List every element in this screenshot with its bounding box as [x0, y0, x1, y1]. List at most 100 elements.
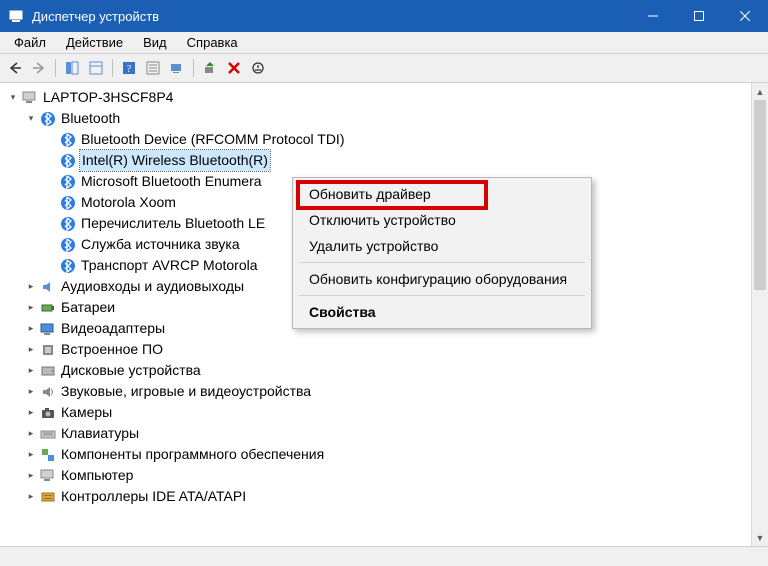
- tree-row-label: Компьютер: [60, 465, 134, 486]
- tree-row-label: Клавиатуры: [60, 423, 140, 444]
- update-driver-button[interactable]: [199, 57, 221, 79]
- computer-icon: [40, 468, 56, 484]
- tree-row-label: Intel(R) Wireless Bluetooth(R): [80, 150, 270, 171]
- tree-row-label: Дисковые устройства: [60, 360, 202, 381]
- app-icon: [8, 8, 24, 24]
- tree-row-label: Встроенное ПО: [60, 339, 164, 360]
- tree-row-label: LAPTOP-3HSCF8P4: [42, 87, 174, 108]
- tree-row-label: Звуковые, игровые и видеоустройства: [60, 381, 312, 402]
- forward-button[interactable]: [28, 57, 50, 79]
- properties-button[interactable]: [142, 57, 164, 79]
- display-adapter-icon: [40, 321, 56, 337]
- toolbar: ?: [0, 54, 768, 83]
- context-menu: Обновить драйвер Отключить устройство Уд…: [292, 177, 592, 329]
- window-controls: [630, 0, 768, 32]
- bluetooth-icon: [40, 111, 56, 127]
- show-hide-tree-button[interactable]: [61, 57, 83, 79]
- bluetooth-icon: [60, 195, 76, 211]
- titlebar: Диспетчер устройств: [0, 0, 768, 32]
- bluetooth-icon: [60, 216, 76, 232]
- bluetooth-icon: [60, 258, 76, 274]
- tree-row-label: Bluetooth Device (RFCOMM Protocol TDI): [80, 129, 345, 150]
- tree-category[interactable]: ▸ Клавиатуры: [4, 423, 768, 444]
- tree-row-label: Батареи: [60, 297, 116, 318]
- uninstall-button[interactable]: [223, 57, 245, 79]
- expand-icon[interactable]: ▸: [24, 469, 38, 483]
- expand-icon[interactable]: ▸: [24, 448, 38, 462]
- ide-controller-icon: [40, 489, 56, 505]
- tree-row-label: Microsoft Bluetooth Enumera: [80, 171, 263, 192]
- tree-row-label: Камеры: [60, 402, 113, 423]
- menu-file[interactable]: Файл: [4, 33, 56, 52]
- tree-row-label: Аудиовходы и аудиовыходы: [60, 276, 245, 297]
- tree-category[interactable]: ▸ Звуковые, игровые и видеоустройства: [4, 381, 768, 402]
- toolbar-separator: [112, 59, 113, 77]
- expand-icon[interactable]: ▸: [24, 322, 38, 336]
- menu-uninstall-device[interactable]: Удалить устройство: [295, 233, 589, 259]
- scan-hardware-button[interactable]: [166, 57, 188, 79]
- scroll-track[interactable]: [752, 100, 768, 529]
- scroll-up-button[interactable]: ▲: [752, 83, 768, 100]
- tree-row-label: Видеоадаптеры: [60, 318, 166, 339]
- tree-category[interactable]: ▸ Компоненты программного обеспечения: [4, 444, 768, 465]
- tree-category-bluetooth[interactable]: ▾ Bluetooth: [4, 108, 768, 129]
- toolbar-separator: [193, 59, 194, 77]
- expand-icon[interactable]: ▾: [6, 91, 20, 105]
- menu-update-driver[interactable]: Обновить драйвер: [295, 181, 589, 207]
- disable-button[interactable]: [247, 57, 269, 79]
- tree-row-label: Транспорт AVRCP Motorola: [80, 255, 259, 276]
- expand-icon[interactable]: ▸: [24, 343, 38, 357]
- toolbar-separator: [55, 59, 56, 77]
- tree-category[interactable]: ▸ Дисковые устройства: [4, 360, 768, 381]
- maximize-button[interactable]: [676, 0, 722, 32]
- tree-category[interactable]: ▸ Контроллеры IDE ATA/ATAPI: [4, 486, 768, 507]
- action-button[interactable]: [85, 57, 107, 79]
- back-button[interactable]: [4, 57, 26, 79]
- tree-category[interactable]: ▸ Компьютер: [4, 465, 768, 486]
- menu-help[interactable]: Справка: [177, 33, 248, 52]
- expand-icon[interactable]: ▸: [24, 406, 38, 420]
- tree-root[interactable]: ▾ LAPTOP-3HSCF8P4: [4, 87, 768, 108]
- tree-row-label: Контроллеры IDE ATA/ATAPI: [60, 486, 247, 507]
- close-button[interactable]: [722, 0, 768, 32]
- menu-action[interactable]: Действие: [56, 33, 133, 52]
- camera-icon: [40, 405, 56, 421]
- tree-item-selected[interactable]: Intel(R) Wireless Bluetooth(R): [4, 150, 768, 171]
- scroll-down-button[interactable]: ▼: [752, 529, 768, 546]
- expand-icon[interactable]: ▸: [24, 280, 38, 294]
- expand-icon[interactable]: ▾: [24, 112, 38, 126]
- expand-icon[interactable]: ▸: [24, 427, 38, 441]
- menu-scan-hardware[interactable]: Обновить конфигурацию оборудования: [295, 266, 589, 292]
- bluetooth-icon: [60, 132, 76, 148]
- scroll-thumb[interactable]: [754, 100, 766, 290]
- keyboard-icon: [40, 426, 56, 442]
- menu-separator: [299, 262, 585, 263]
- firmware-icon: [40, 342, 56, 358]
- bluetooth-icon: [60, 174, 76, 190]
- tree-category[interactable]: ▸ Встроенное ПО: [4, 339, 768, 360]
- menu-disable-device[interactable]: Отключить устройство: [295, 207, 589, 233]
- tree-item[interactable]: Bluetooth Device (RFCOMM Protocol TDI): [4, 129, 768, 150]
- tree-row-label: Компоненты программного обеспечения: [60, 444, 325, 465]
- menu-separator: [299, 295, 585, 296]
- software-components-icon: [40, 447, 56, 463]
- expand-icon[interactable]: ▸: [24, 364, 38, 378]
- expand-icon[interactable]: ▸: [24, 385, 38, 399]
- bluetooth-icon: [60, 237, 76, 253]
- tree-row-label: Bluetooth: [60, 108, 121, 129]
- window-title: Диспетчер устройств: [32, 9, 159, 24]
- tree-row-label: Служба источника звука: [80, 234, 241, 255]
- tree-row-label: Перечислитель Bluetooth LE: [80, 213, 266, 234]
- menu-view[interactable]: Вид: [133, 33, 177, 52]
- menu-properties[interactable]: Свойства: [295, 299, 589, 325]
- minimize-button[interactable]: [630, 0, 676, 32]
- expand-icon[interactable]: ▸: [24, 301, 38, 315]
- help-button[interactable]: ?: [118, 57, 140, 79]
- tree-category[interactable]: ▸ Камеры: [4, 402, 768, 423]
- expand-icon[interactable]: ▸: [24, 490, 38, 504]
- vertical-scrollbar[interactable]: ▲ ▼: [751, 83, 768, 546]
- audio-io-icon: [40, 279, 56, 295]
- sound-icon: [40, 384, 56, 400]
- computer-icon: [22, 90, 38, 106]
- tree-row-label: Motorola Xoom: [80, 192, 177, 213]
